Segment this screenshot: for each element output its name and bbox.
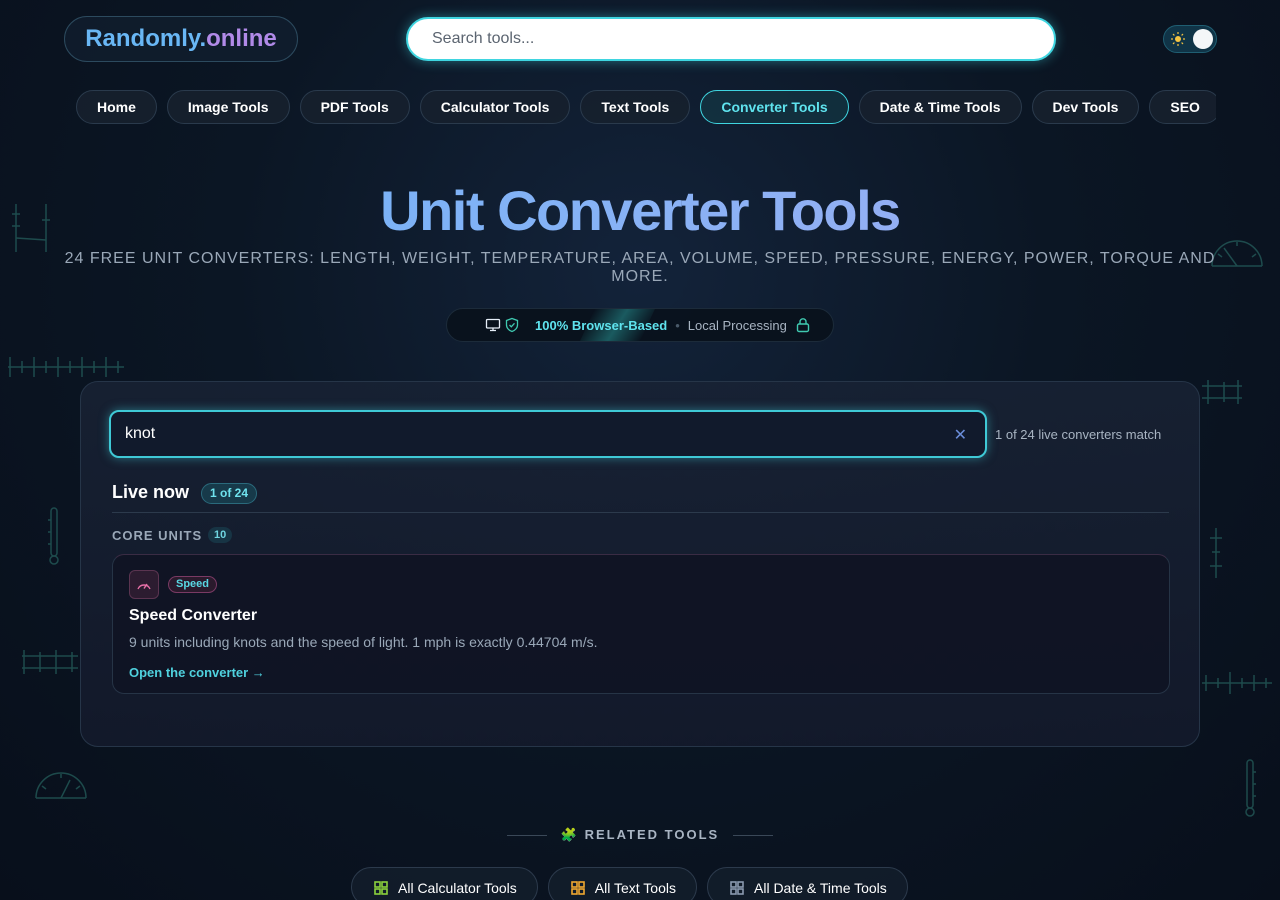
ruler-decoration-right	[1200, 668, 1274, 698]
ruler-decoration	[6, 352, 126, 382]
logo-text-primary: Randomly.	[85, 25, 207, 52]
match-count: 1 of 24 live converters match	[995, 427, 1162, 442]
converter-filter-input[interactable]	[111, 412, 985, 456]
related-date-time-tools-button[interactable]: All Date & Time Tools	[707, 867, 908, 900]
converter-card-speed[interactable]: Speed Speed Converter 9 units including …	[112, 554, 1170, 694]
related-text-tools-button[interactable]: All Text Tools	[547, 867, 697, 900]
related-label: All Calculator Tools	[398, 880, 517, 896]
results-count-badge: 1 of 24	[201, 483, 258, 504]
nav-item-date-time-tools[interactable]: Date & Time Tools	[858, 90, 1022, 124]
section-divider	[112, 512, 1169, 513]
related-tools-title: RELATED TOOLS	[584, 827, 720, 842]
clear-icon[interactable]: ✕	[954, 425, 967, 445]
speedometer-icon	[129, 570, 159, 599]
related-label: All Text Tools	[594, 880, 676, 896]
ruler-decoration	[20, 648, 80, 678]
nav-item-dev-tools[interactable]: Dev Tools	[1031, 90, 1140, 124]
toggle-knob	[1193, 29, 1213, 49]
related-calculator-tools-button[interactable]: All Calculator Tools	[351, 867, 538, 900]
heading-line	[733, 835, 774, 837]
card-title: Speed Converter	[129, 607, 258, 624]
thermometer-decoration	[46, 506, 62, 566]
site-search-input[interactable]	[406, 17, 1056, 61]
nav-item-text-tools[interactable]: Text Tools	[580, 90, 691, 124]
privacy-badge: 100% Browser-Based • Local Processing	[446, 308, 834, 342]
grid-icon	[374, 881, 388, 895]
page-title: Unit Converter Tools	[0, 178, 1280, 243]
badge-local-processing: Local Processing	[687, 317, 787, 333]
grid-icon	[570, 881, 585, 895]
nav-item-home[interactable]: Home	[76, 90, 157, 124]
results-heading: Live now	[112, 482, 190, 502]
nav-item-image-tools[interactable]: Image Tools	[166, 90, 290, 124]
converter-panel: ✕ 1 of 24 live converters match Live now…	[80, 381, 1200, 747]
related-tools-heading: 🧩 RELATED TOOLS	[0, 827, 1280, 843]
nav-item-calculator-tools[interactable]: Calculator Tools	[419, 90, 571, 124]
lock-icon	[796, 318, 809, 333]
ruler-decoration-right	[1200, 378, 1244, 408]
theme-toggle[interactable]	[1163, 25, 1217, 53]
monitor-icon	[485, 318, 501, 332]
open-converter-link[interactable]: Open the converter →	[129, 665, 265, 680]
badge-separator: •	[675, 317, 680, 333]
page-subtitle: 24 FREE UNIT CONVERTERS: LENGTH, WEIGHT,…	[64, 250, 1216, 285]
filter-field: ✕	[109, 410, 987, 458]
ruler-decoration-right	[1208, 526, 1228, 582]
site-logo[interactable]: Randomly. online	[64, 16, 298, 62]
category-nav: Home Image Tools PDF Tools Calculator Tools…	[76, 90, 1216, 126]
puzzle-icon: 🧩	[560, 827, 579, 842]
nav-item-pdf-tools[interactable]: PDF Tools	[299, 90, 410, 124]
card-description: 9 units including knots and the speed of…	[129, 634, 598, 650]
group-title: CORE UNITS	[112, 528, 203, 543]
heading-line	[506, 835, 547, 837]
nav-item-converter-tools[interactable]: Converter Tools	[700, 90, 849, 124]
related-label: All Date & Time Tools	[754, 880, 887, 896]
shield-check-icon	[505, 317, 519, 333]
thermometer-decoration-right	[1242, 758, 1258, 818]
nav-item-seo[interactable]: SEO	[1149, 90, 1216, 124]
related-tools-list: All Calculator Tools All Text Tools All Da…	[351, 867, 918, 900]
gauge-decoration	[32, 768, 90, 802]
group-count-badge: 10	[208, 527, 233, 543]
badge-browser-based: 100% Browser-Based	[535, 317, 668, 333]
logo-text-secondary: online	[206, 25, 277, 52]
sun-icon	[1171, 32, 1185, 46]
grid-icon	[730, 881, 744, 895]
category-tag: Speed	[168, 576, 218, 593]
